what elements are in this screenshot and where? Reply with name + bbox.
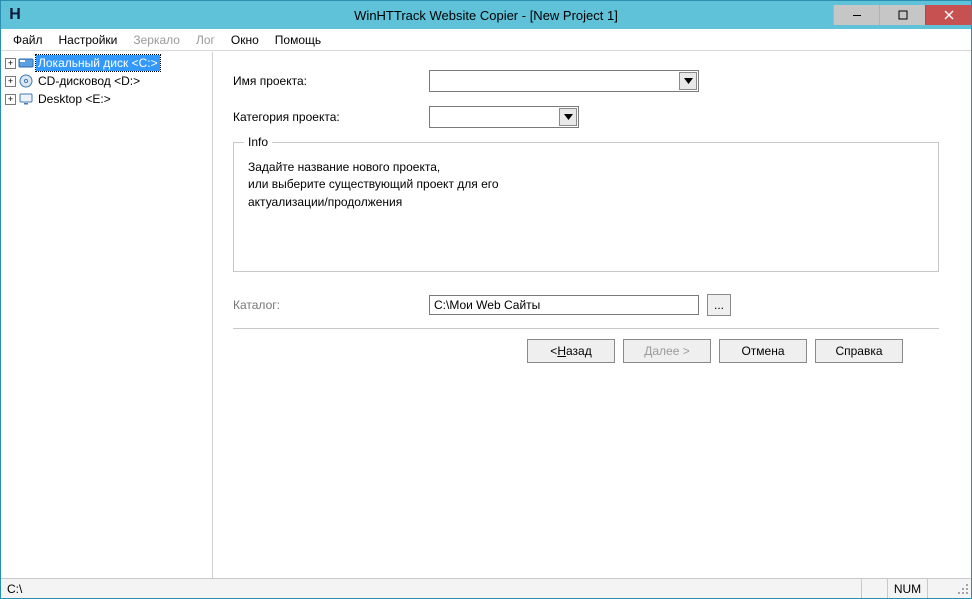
disk-icon [18, 55, 34, 71]
info-line: или выберите существующий проект для его [248, 176, 924, 193]
button-text: алее > [652, 344, 689, 358]
spacer [213, 373, 971, 578]
form-area: Имя проекта: Категория проекта: [213, 52, 971, 328]
menu-mirror: Зеркало [125, 31, 188, 49]
next-button[interactable]: Далее > [623, 339, 711, 363]
tree-label[interactable]: Desktop <E:> [36, 91, 113, 107]
menubar: Файл Настройки Зеркало Лог Окно Помощь [1, 29, 971, 51]
tree-label[interactable]: CD-дисковод <D:> [36, 73, 142, 89]
menu-settings[interactable]: Настройки [51, 31, 126, 49]
project-category-row: Категория проекта: [233, 106, 939, 128]
project-category-label: Категория проекта: [233, 110, 429, 124]
back-button[interactable]: < Назад [527, 339, 615, 363]
menu-file[interactable]: Файл [5, 31, 51, 49]
minimize-button[interactable] [833, 5, 879, 25]
tree-node-d[interactable]: + CD-дисковод <D:> [5, 72, 208, 90]
catalog-input[interactable] [429, 295, 699, 315]
window-title: WinHTTrack Website Copier - [New Project… [1, 8, 971, 23]
wizard-buttons: < Назад Далее > Отмена Справка [213, 329, 971, 373]
menu-help[interactable]: Помощь [267, 31, 329, 49]
catalog-row: Каталог: ... [233, 294, 939, 316]
menu-window[interactable]: Окно [223, 31, 267, 49]
project-category-combo[interactable] [429, 106, 579, 128]
wizard-panel: Имя проекта: Категория проекта: [213, 52, 971, 578]
button-accel: Д [644, 344, 652, 358]
resize-grip-icon[interactable] [953, 581, 971, 597]
app-window: H WinHTTrack Website Copier - [New Proje… [0, 0, 972, 599]
status-path: C:\ [1, 582, 861, 596]
expand-icon[interactable]: + [5, 76, 16, 87]
window-controls [833, 5, 971, 25]
project-name-row: Имя проекта: [233, 70, 939, 92]
button-accel: Н [557, 344, 566, 358]
menu-log: Лог [188, 31, 223, 49]
info-line: актуализации/продолжения [248, 194, 924, 211]
close-button[interactable] [925, 5, 971, 25]
app-icon: H [1, 6, 29, 24]
titlebar: H WinHTTrack Website Copier - [New Proje… [1, 1, 971, 29]
expand-icon[interactable]: + [5, 94, 16, 105]
button-text: азад [566, 344, 592, 358]
catalog-label: Каталог: [233, 298, 429, 312]
info-text: Задайте название нового проекта, или выб… [248, 159, 924, 211]
chevron-down-icon[interactable] [559, 108, 577, 126]
client-area: + Локальный диск <C:> + CD-дисковод <D:>… [1, 51, 971, 578]
project-name-label: Имя проекта: [233, 74, 429, 88]
tree-node-e[interactable]: + Desktop <E:> [5, 90, 208, 108]
info-legend: Info [244, 135, 272, 149]
drive-tree[interactable]: + Локальный диск <C:> + CD-дисковод <D:>… [1, 52, 213, 578]
browse-button[interactable]: ... [707, 294, 731, 316]
maximize-button[interactable] [879, 5, 925, 25]
button-text: < [550, 344, 557, 358]
help-button[interactable]: Справка [815, 339, 903, 363]
expand-icon[interactable]: + [5, 58, 16, 69]
cancel-button[interactable]: Отмена [719, 339, 807, 363]
status-num: NUM [887, 579, 927, 598]
tree-node-c[interactable]: + Локальный диск <C:> [5, 54, 208, 72]
project-name-combo[interactable] [429, 70, 699, 92]
tree-label[interactable]: Локальный диск <C:> [36, 55, 160, 71]
status-cell [861, 579, 887, 598]
cd-icon [18, 73, 34, 89]
info-group: Info Задайте название нового проекта, ил… [233, 142, 939, 272]
info-line: Задайте название нового проекта, [248, 159, 924, 176]
statusbar: C:\ NUM [1, 578, 971, 598]
monitor-icon [18, 91, 34, 107]
status-cell [927, 579, 953, 598]
chevron-down-icon[interactable] [679, 72, 697, 90]
